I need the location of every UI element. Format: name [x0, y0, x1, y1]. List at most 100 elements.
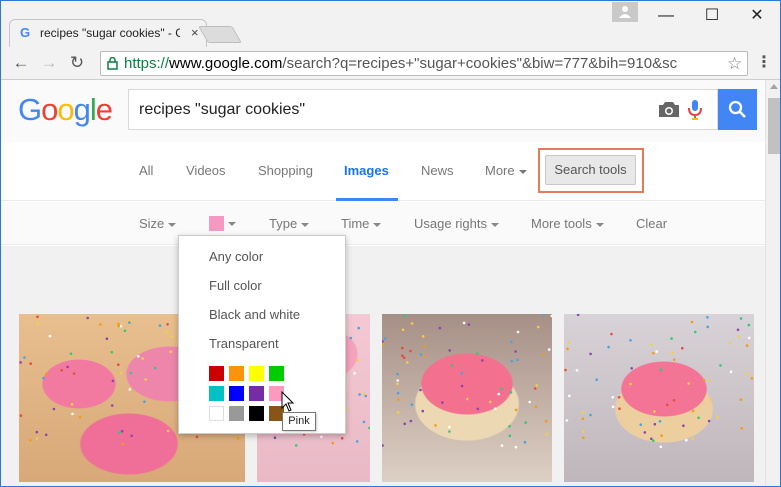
forward-arrow-icon[interactable]: → [37, 51, 61, 75]
chrome-menu-icon[interactable]: ⋮ [755, 53, 773, 73]
sprinkle-dot [128, 388, 132, 391]
sprinkle-dot [70, 403, 74, 406]
tab-more[interactable]: More [485, 163, 527, 179]
sprinkle-dot [576, 314, 580, 316]
color-swatch-orange[interactable] [229, 366, 244, 381]
google-favicon-icon: G [20, 25, 31, 40]
sprinkle-dot [629, 339, 632, 342]
google-logo[interactable]: Google [18, 91, 113, 129]
sprinkle-dot [35, 437, 39, 440]
sprinkle-dot [169, 350, 173, 353]
tab-shopping[interactable]: Shopping [258, 163, 313, 179]
sprinkle-dot [681, 346, 684, 350]
tab-title: recipes "sugar cookies" - G [40, 26, 180, 40]
reload-icon[interactable]: ↻ [65, 51, 89, 75]
address-bar[interactable]: https://www.google.com/search?q=recipes+… [100, 51, 748, 76]
time-filter[interactable]: Time [341, 216, 382, 232]
tab-close-icon[interactable]: × [191, 26, 199, 40]
search-tools-button[interactable]: Search tools [545, 155, 636, 185]
sprinkle-dot [536, 325, 540, 329]
usage-rights-filter[interactable]: Usage rights [414, 216, 499, 232]
minimize-button[interactable]: — [647, 1, 685, 31]
sprinkle-dot [736, 328, 740, 332]
microphone-icon[interactable] [688, 99, 702, 121]
sprinkle-dot [368, 426, 370, 430]
sprinkle-dot [652, 439, 655, 442]
close-window-button[interactable]: ✕ [738, 1, 776, 31]
page-scrollbar[interactable] [765, 80, 780, 486]
sprinkle-dot [589, 352, 592, 356]
tab-news[interactable]: News [421, 163, 454, 179]
sprinkle-dot [382, 343, 384, 346]
camera-icon[interactable] [658, 101, 680, 118]
color-swatch-gray[interactable] [229, 406, 244, 421]
color-swatch-black[interactable] [249, 406, 264, 421]
profile-button[interactable] [612, 2, 638, 22]
tab-all[interactable]: All [139, 163, 153, 179]
sprinkle-dot [396, 382, 399, 386]
image-result[interactable] [564, 314, 754, 482]
color-filter[interactable] [209, 215, 236, 232]
black-and-white-option[interactable]: Black and white [209, 307, 300, 323]
transparent-option[interactable]: Transparent [209, 336, 279, 352]
sprinkle-dot [508, 425, 511, 428]
sprinkle-dot [564, 368, 567, 372]
sprinkle-dot [685, 438, 688, 442]
maximize-button[interactable]: ☐ [693, 1, 731, 31]
chevron-down-icon [518, 169, 527, 174]
sprinkle-dot [476, 407, 480, 411]
bookmark-star-icon[interactable]: ☆ [727, 54, 742, 74]
sprinkle-dot [528, 400, 531, 404]
sprinkle-dot [35, 430, 39, 434]
color-swatch-blue[interactable] [229, 386, 244, 401]
color-swatch-white[interactable] [209, 406, 224, 421]
any-color-option[interactable]: Any color [209, 249, 263, 265]
browser-tab[interactable]: G recipes "sugar cookies" - G × [9, 19, 207, 47]
chevron-down-icon [228, 221, 236, 226]
sprinkle-dot [618, 407, 621, 410]
sprinkle-dot [105, 337, 109, 340]
more-tools-filter[interactable]: More tools [531, 216, 604, 232]
clear-filters-link[interactable]: Clear [636, 216, 667, 232]
chevron-down-icon [490, 222, 499, 227]
full-color-option[interactable]: Full color [209, 278, 262, 294]
sprinkle-dot [709, 398, 712, 401]
sprinkle-dot [655, 350, 658, 353]
tab-videos[interactable]: Videos [186, 163, 226, 179]
size-filter[interactable]: Size [139, 216, 177, 232]
color-swatch-teal[interactable] [209, 386, 224, 401]
search-input[interactable]: recipes "sugar cookies" [128, 89, 718, 130]
back-arrow-icon[interactable]: ← [9, 51, 33, 75]
color-swatch-red[interactable] [209, 366, 224, 381]
sprinkle-dot [489, 400, 492, 404]
search-button[interactable] [718, 89, 757, 130]
sprinkle-dot [410, 322, 414, 325]
sprinkle-dot [595, 378, 598, 381]
scroll-thumb[interactable] [768, 98, 780, 154]
sprinkle-dot [630, 367, 633, 370]
sprinkle-dot [547, 348, 551, 351]
type-filter[interactable]: Type [269, 216, 310, 232]
scroll-up-icon[interactable] [770, 84, 778, 89]
mouse-pointer-icon [281, 391, 295, 412]
sprinkle-dot [448, 425, 451, 429]
sprinkle-dot [340, 437, 344, 440]
sprinkle-dot [120, 429, 124, 433]
chevron-down-icon [373, 222, 382, 227]
image-result[interactable] [382, 314, 552, 482]
search-icon [728, 100, 746, 118]
sprinkle-dot [467, 323, 471, 326]
sprinkle-dot [401, 346, 404, 350]
color-swatch-purple[interactable] [249, 386, 264, 401]
color-swatch-green[interactable] [269, 366, 284, 381]
color-swatch-yellow[interactable] [249, 366, 264, 381]
sprinkle-dot [438, 326, 442, 330]
sprinkle-dot [36, 315, 39, 319]
tab-images[interactable]: Images [344, 163, 389, 179]
sprinkle-dot [706, 316, 709, 319]
sprinkle-dot [52, 407, 56, 411]
sprinkle-dot [565, 419, 569, 422]
search-nav-tabs: All Videos Shopping Images News More Sea… [1, 142, 765, 201]
title-bar: G recipes "sugar cookies" - G × — ☐ ✕ [1, 1, 780, 47]
sprinkle-dot [462, 321, 466, 325]
